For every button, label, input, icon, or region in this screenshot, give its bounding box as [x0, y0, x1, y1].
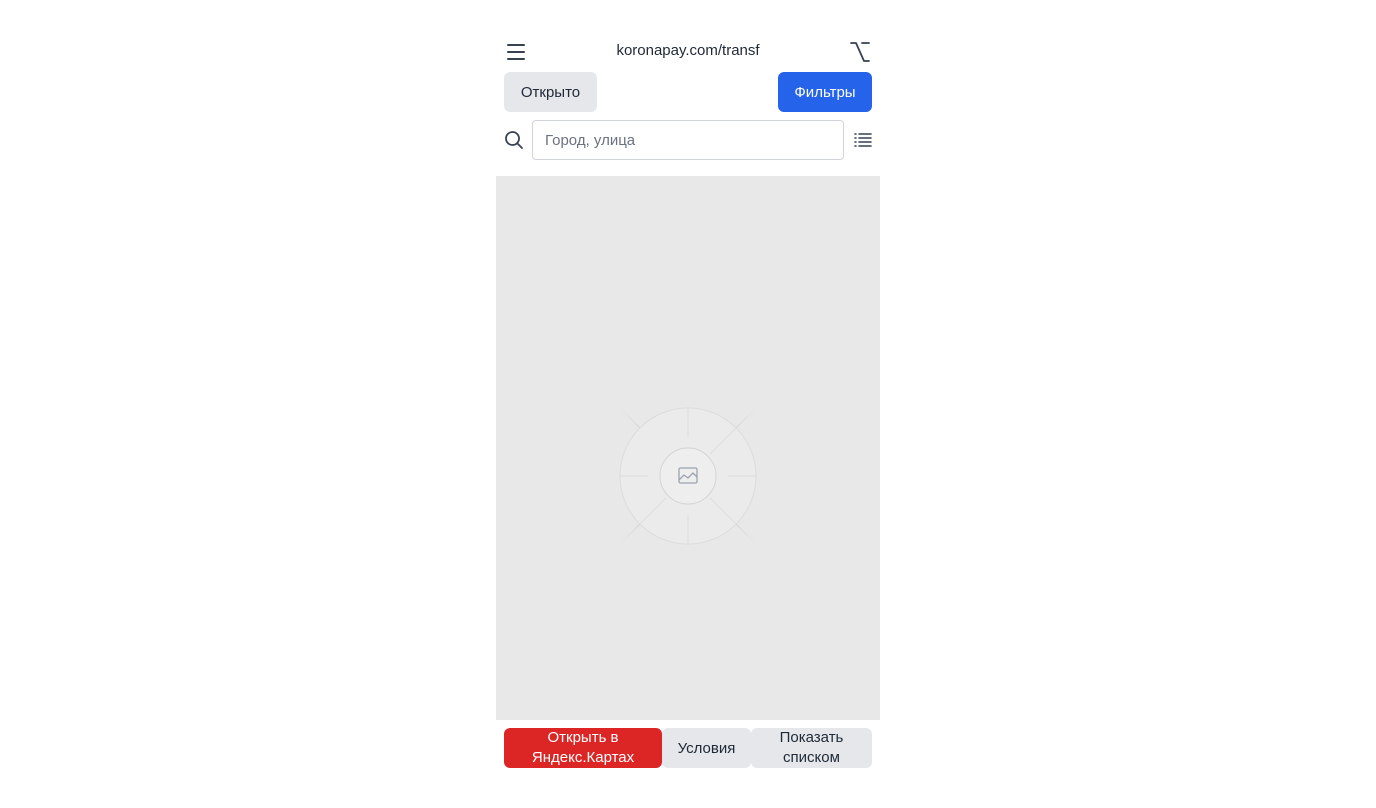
open-now-button[interactable]: Открыто: [504, 72, 597, 112]
map-area[interactable]: [496, 176, 880, 720]
filter-bar: Открыто Фильтры: [504, 72, 872, 112]
url-label: koronapay.com/transf: [616, 42, 760, 59]
search-bar: [496, 120, 880, 160]
open-yandex-maps-button[interactable]: Открыть в Яндекс.Картах: [504, 728, 662, 768]
terms-button[interactable]: Условия: [662, 728, 751, 768]
search-input[interactable]: [532, 120, 844, 160]
top-bar: koronapay.com/transf: [496, 32, 880, 72]
bottom-bar: Открыть в Яндекс.Картах Условия Показать…: [504, 728, 872, 768]
filters-button[interactable]: Фильтры: [778, 72, 872, 112]
option-key-icon[interactable]: [848, 40, 872, 64]
list-icon[interactable]: [854, 131, 872, 149]
search-icon: [505, 131, 523, 149]
app-screen: koronapay.com/transf Открыто Фильтры Гор…: [496, 0, 880, 808]
hamburger-menu-icon[interactable]: [504, 40, 528, 64]
show-list-button[interactable]: Показать списком: [751, 728, 872, 768]
map-loading-placeholder: [596, 384, 780, 568]
